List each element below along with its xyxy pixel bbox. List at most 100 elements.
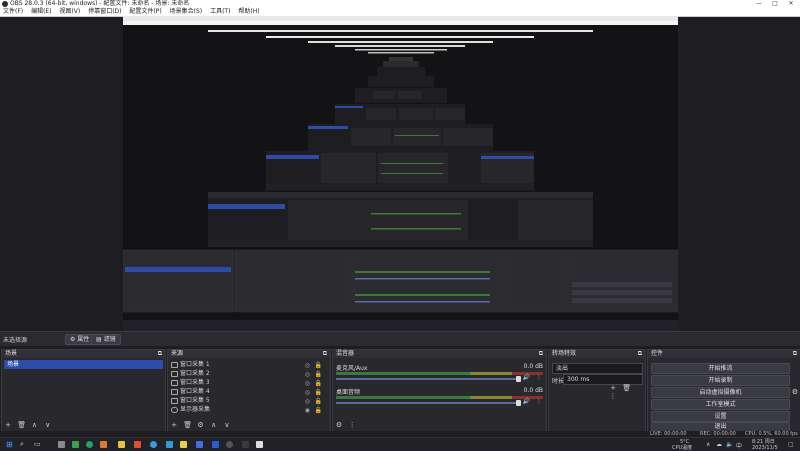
remove-source-button[interactable]: 🗑 (183, 421, 192, 429)
menu-scene-collection[interactable]: 场景集合(S) (170, 8, 203, 16)
volume-slider[interactable] (336, 376, 521, 382)
speaker-icon[interactable]: 🔊 (523, 398, 530, 405)
maximize-button[interactable]: □ (768, 0, 782, 8)
obs-taskbar-icon[interactable] (226, 441, 233, 448)
weather-desc: CPU温度 (672, 445, 693, 451)
preview-canvas[interactable] (123, 16, 678, 331)
source-item[interactable]: 窗口采集 2 ◎ 🔓 (168, 369, 330, 378)
volume-icon[interactable]: 🔈 (726, 441, 733, 448)
source-item[interactable]: 窗口采集 4 ◎ 🔓 (168, 387, 330, 396)
dock-menu-icon[interactable]: ⧉ (158, 350, 162, 358)
notification-icon[interactable]: ▢ (788, 441, 794, 448)
source-item[interactable]: 窗口采集 5 ◎ 🔓 (168, 396, 330, 405)
start-streaming-button[interactable]: 开始推流 (651, 363, 790, 374)
menu-view[interactable]: 视图(V) (59, 8, 80, 16)
recursive-preview-image (123, 16, 678, 331)
slider-knob[interactable] (516, 400, 521, 406)
properties-button[interactable]: ⚙ 属性 (65, 334, 95, 345)
move-down-button[interactable]: ∨ (223, 421, 231, 429)
dock-menu-icon[interactable]: ⧉ (323, 350, 327, 358)
network-icon[interactable]: ☁ (716, 441, 722, 448)
add-scene-button[interactable]: + (4, 421, 12, 429)
tray-chevron-icon[interactable]: ∧ (706, 441, 710, 448)
close-button[interactable]: ✕ (784, 0, 798, 8)
filters-button[interactable]: ▤ 滤镜 (91, 334, 121, 345)
source-item[interactable]: 显示器采集 ◉ 🔓 (168, 405, 330, 414)
dock-menu-icon[interactable]: ⧉ (539, 350, 543, 358)
scenes-title: 场景 (5, 350, 18, 357)
minimize-button[interactable]: — (752, 0, 766, 8)
advanced-audio-button[interactable]: ⚙ (335, 421, 343, 429)
source-toolbar: 未选择源 ⚙ 属性 ▤ 滤镜 (0, 331, 800, 346)
menu-file[interactable]: 文件(F) (3, 8, 23, 16)
slider-knob[interactable] (516, 376, 521, 382)
speaker-icon[interactable]: 🔊 (523, 374, 530, 381)
add-source-button[interactable]: + (170, 421, 178, 429)
scenes-header: 场景 ⧉ (2, 350, 165, 358)
menu-edit[interactable]: 编辑(E) (31, 8, 51, 16)
transitions-dock: 转场特效 ⧉ 淡出 时长 300 ms + 🗑 ⋮ (548, 349, 646, 433)
virtual-camera-settings-icon[interactable]: ⚙ (792, 388, 798, 396)
app-icon[interactable] (86, 441, 93, 448)
move-up-button[interactable]: ∧ (30, 421, 38, 429)
obs-logo-icon (2, 1, 8, 7)
studio-mode-button[interactable]: 工作室模式 (651, 399, 790, 410)
menu-profile[interactable]: 配置文件(P) (129, 8, 161, 16)
windows-start-icon[interactable]: ⊞ (6, 440, 13, 449)
edge-icon[interactable] (150, 441, 157, 448)
volume-slider[interactable] (336, 400, 521, 406)
transitions-title: 转场特效 (552, 350, 577, 357)
gear-icon[interactable]: ⋮ (536, 398, 542, 405)
app-icon[interactable] (58, 441, 65, 448)
menu-help[interactable]: 帮助(H) (238, 8, 259, 16)
move-down-button[interactable]: ∨ (44, 421, 52, 429)
app-icon[interactable] (196, 441, 203, 448)
eye-icon[interactable]: ◉ (305, 406, 310, 415)
dock-menu-icon[interactable]: ⧉ (638, 350, 642, 358)
mixer-title: 混音器 (336, 350, 355, 357)
filters-label: 滤镜 (103, 336, 116, 343)
transition-menu-button[interactable]: ⋮ (609, 392, 617, 400)
task-view-icon[interactable]: ▭ (34, 440, 41, 448)
start-virtual-camera-button[interactable]: 启动虚拟摄像机 (651, 387, 790, 398)
source-label: 窗口采集 1 (180, 361, 210, 368)
dock-menu-icon[interactable]: ⧉ (793, 350, 797, 358)
gear-icon[interactable]: ⋮ (536, 374, 542, 381)
app-icon[interactable] (166, 441, 173, 448)
remove-transition-button[interactable]: 🗑 (622, 384, 631, 392)
app-icon[interactable] (134, 441, 141, 448)
scene-item[interactable]: 场景 (4, 360, 163, 369)
menu-docks[interactable]: 停靠窗口(D) (88, 8, 121, 16)
lock-icon[interactable]: 🔓 (315, 406, 322, 415)
sources-title: 来源 (171, 350, 184, 357)
app-icon[interactable] (180, 441, 187, 448)
folder-icon[interactable] (118, 441, 125, 448)
controls-header: 控件 ⧉ (648, 350, 800, 358)
move-up-button[interactable]: ∧ (210, 421, 218, 429)
clock-date[interactable]: 2023/11/5 (752, 445, 778, 451)
source-properties-button[interactable]: ⚙ (196, 421, 204, 429)
sources-header: 来源 ⧉ (168, 350, 330, 358)
source-label: 窗口采集 5 (180, 397, 210, 404)
app-icon[interactable] (72, 441, 79, 448)
remove-scene-button[interactable]: 🗑 (17, 421, 26, 429)
app-icon[interactable] (256, 441, 263, 448)
start-recording-button[interactable]: 开始录制 (651, 375, 790, 386)
app-icon[interactable] (242, 441, 249, 448)
channel-db: 0.0 dB (523, 387, 543, 394)
app-icon[interactable] (212, 441, 219, 448)
settings-button[interactable]: 设置 (651, 411, 790, 422)
source-item[interactable]: 窗口采集 3 ◎ 🔓 (168, 378, 330, 387)
source-item[interactable]: 窗口采集 1 ◎ 🔓 (168, 360, 330, 369)
transition-select[interactable]: 淡出 (552, 363, 643, 374)
search-icon[interactable]: ⌕ (20, 440, 24, 449)
ime-icon[interactable]: 中 (736, 441, 742, 450)
no-source-label: 未选择源 (3, 337, 28, 344)
mixer-menu-button[interactable]: ⋮ (348, 421, 356, 429)
source-label: 窗口采集 4 (180, 388, 210, 395)
window-icon (171, 371, 178, 377)
add-transition-button[interactable]: + (609, 384, 617, 392)
menu-tools[interactable]: 工具(T) (210, 8, 230, 16)
window-icon (171, 389, 178, 395)
app-icon[interactable] (100, 441, 107, 448)
